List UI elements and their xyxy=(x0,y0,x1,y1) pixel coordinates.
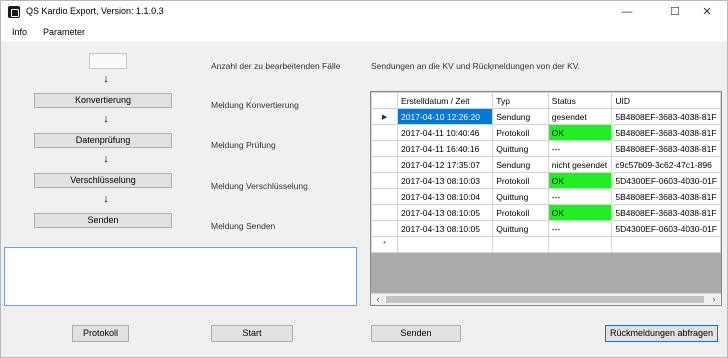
cell-type[interactable] xyxy=(493,237,549,253)
cell-type[interactable]: Quittung xyxy=(493,141,549,157)
msg-encrypt-label: Meldung Verschlüsselung xyxy=(211,181,308,191)
row-header[interactable] xyxy=(372,141,398,157)
case-count-field xyxy=(89,53,127,69)
table-row[interactable]: 2017-04-11 16:40:16Quittung---5B4808EF-3… xyxy=(372,141,721,157)
message-log-textarea[interactable] xyxy=(4,247,357,306)
step-convert-button[interactable]: Konvertierung xyxy=(34,93,172,108)
table-row[interactable]: 2017-04-12 17:35:07Sendungnicht gesendet… xyxy=(372,157,721,173)
cell-type[interactable]: Protokoll xyxy=(493,173,549,189)
column-header-status[interactable]: Status xyxy=(548,93,612,109)
cell-uid[interactable]: 5B4808EF-3683-4038-81F xyxy=(612,205,721,221)
row-header[interactable] xyxy=(372,189,398,205)
app-icon xyxy=(8,6,20,18)
table-row[interactable]: 2017-04-13 08:10:05ProtokollOK5B4808EF-3… xyxy=(372,205,721,221)
table-row[interactable]: ▶2017-04-10 12:26:20Sendunggesendet5B480… xyxy=(372,109,721,125)
app-window: QS Kardio Export, Version: 1.1.0.3 — ☐ ✕… xyxy=(0,0,728,358)
column-header-uid[interactable]: UID xyxy=(612,93,721,109)
cell-type[interactable]: Sendung xyxy=(493,157,549,173)
msg-check-label: Meldung Prüfung xyxy=(211,140,276,150)
cell-datetime[interactable]: 2017-04-13 08:10:05 xyxy=(398,221,493,237)
step-send-button[interactable]: Senden xyxy=(34,213,172,228)
cell-status[interactable]: --- xyxy=(548,221,612,237)
cell-type[interactable]: Protokoll xyxy=(493,125,549,141)
scrollbar-thumb[interactable] xyxy=(386,296,704,303)
cell-datetime[interactable]: 2017-04-11 10:40:46 xyxy=(398,125,493,141)
table-row[interactable]: 2017-04-13 08:10:03ProtokollOK5D4300EF-0… xyxy=(372,173,721,189)
cell-status[interactable]: --- xyxy=(548,189,612,205)
cell-status[interactable]: OK xyxy=(548,125,612,141)
menu-info[interactable]: Info xyxy=(12,27,27,37)
cell-datetime[interactable]: 2017-04-10 12:26:20 xyxy=(398,109,493,125)
table-row[interactable]: 2017-04-13 08:10:05Quittung---5D4300EF-0… xyxy=(372,221,721,237)
grid-header-row: Erstelldatum / Zeit Typ Status UID xyxy=(372,93,721,109)
column-header-datetime[interactable]: Erstelldatum / Zeit xyxy=(398,93,493,109)
step-check-button[interactable]: Datenprüfung xyxy=(34,133,172,148)
fetch-responses-button[interactable]: Rückmeldungen abfragen xyxy=(605,325,718,342)
cell-datetime[interactable]: 2017-04-13 08:10:03 xyxy=(398,173,493,189)
menu-parameter[interactable]: Parameter xyxy=(43,27,85,37)
step-encrypt-button[interactable]: Verschlüsselung xyxy=(34,173,172,188)
cell-uid[interactable]: 5D4300EF-0603-4030-01F xyxy=(612,173,721,189)
cell-status[interactable]: --- xyxy=(548,141,612,157)
row-header[interactable]: ▶ xyxy=(372,109,398,125)
msg-send-label: Meldung Senden xyxy=(211,221,275,231)
table-row[interactable]: 2017-04-13 08:10:04Quittung---5B4808EF-3… xyxy=(372,189,721,205)
grid-title: Sendungen an die KV und Rückmeldungen vo… xyxy=(371,61,580,71)
msg-convert-label: Meldung Konvertierung xyxy=(211,100,299,110)
row-header[interactable] xyxy=(372,221,398,237)
cell-uid[interactable]: 5D4300EF-0603-4030-01F xyxy=(612,221,721,237)
row-header[interactable] xyxy=(372,157,398,173)
flow-arrow-icon: ↓ xyxy=(100,113,112,125)
cell-uid[interactable]: 5B4808EF-3683-4038-81F xyxy=(612,141,721,157)
row-header[interactable] xyxy=(372,205,398,221)
menu-bar: Info Parameter xyxy=(1,23,727,41)
table-row[interactable]: 2017-04-11 10:40:46ProtokollOK5B4808EF-3… xyxy=(372,125,721,141)
scroll-right-icon[interactable]: › xyxy=(707,294,721,305)
send-button[interactable]: Senden xyxy=(371,325,461,342)
cell-type[interactable]: Protokoll xyxy=(493,205,549,221)
scroll-left-icon[interactable]: ‹ xyxy=(371,294,385,305)
cell-datetime[interactable]: 2017-04-12 17:35:07 xyxy=(398,157,493,173)
row-header[interactable]: * xyxy=(372,237,398,253)
protocol-button[interactable]: Protokoll xyxy=(72,325,129,342)
cell-datetime[interactable]: 2017-04-13 08:10:04 xyxy=(398,189,493,205)
cell-uid[interactable]: c9c57b09-3c62-47c1-896 xyxy=(612,157,721,173)
minimize-button[interactable]: — xyxy=(607,3,647,21)
cell-uid[interactable] xyxy=(612,237,721,253)
flow-arrow-icon: ↓ xyxy=(100,73,112,85)
shipments-table: Erstelldatum / Zeit Typ Status UID ▶2017… xyxy=(371,92,721,253)
title-bar: QS Kardio Export, Version: 1.1.0.3 — ☐ ✕ xyxy=(1,1,727,23)
cell-status[interactable]: OK xyxy=(548,205,612,221)
cell-datetime[interactable] xyxy=(398,237,493,253)
window-title: QS Kardio Export, Version: 1.1.0.3 xyxy=(26,6,164,16)
cell-status[interactable] xyxy=(548,237,612,253)
cell-type[interactable]: Sendung xyxy=(493,109,549,125)
row-header-corner xyxy=(372,93,398,109)
flow-arrow-icon: ↓ xyxy=(100,153,112,165)
horizontal-scrollbar[interactable]: ‹ › xyxy=(371,293,721,305)
shipments-grid[interactable]: Erstelldatum / Zeit Typ Status UID ▶2017… xyxy=(370,91,722,306)
cell-uid[interactable]: 5B4808EF-3683-4038-81F xyxy=(612,189,721,205)
cell-datetime[interactable]: 2017-04-13 08:10:05 xyxy=(398,205,493,221)
cell-uid[interactable]: 5B4808EF-3683-4038-81F xyxy=(612,125,721,141)
row-header[interactable] xyxy=(372,173,398,189)
column-header-type[interactable]: Typ xyxy=(493,93,549,109)
cell-type[interactable]: Quittung xyxy=(493,221,549,237)
cell-datetime[interactable]: 2017-04-11 16:40:16 xyxy=(398,141,493,157)
cell-status[interactable]: nicht gesendet xyxy=(548,157,612,173)
cell-type[interactable]: Quittung xyxy=(493,189,549,205)
start-button[interactable]: Start xyxy=(211,325,293,342)
cell-uid[interactable]: 5B4808EF-3683-4038-81F xyxy=(612,109,721,125)
cell-status[interactable]: OK xyxy=(548,173,612,189)
case-count-label: Anzahl der zu bearbeitenden Fälle xyxy=(211,61,340,71)
table-row[interactable]: * xyxy=(372,237,721,253)
cell-status[interactable]: gesendet xyxy=(548,109,612,125)
row-header[interactable] xyxy=(372,125,398,141)
close-button[interactable]: ✕ xyxy=(687,3,727,21)
flow-arrow-icon: ↓ xyxy=(100,193,112,205)
